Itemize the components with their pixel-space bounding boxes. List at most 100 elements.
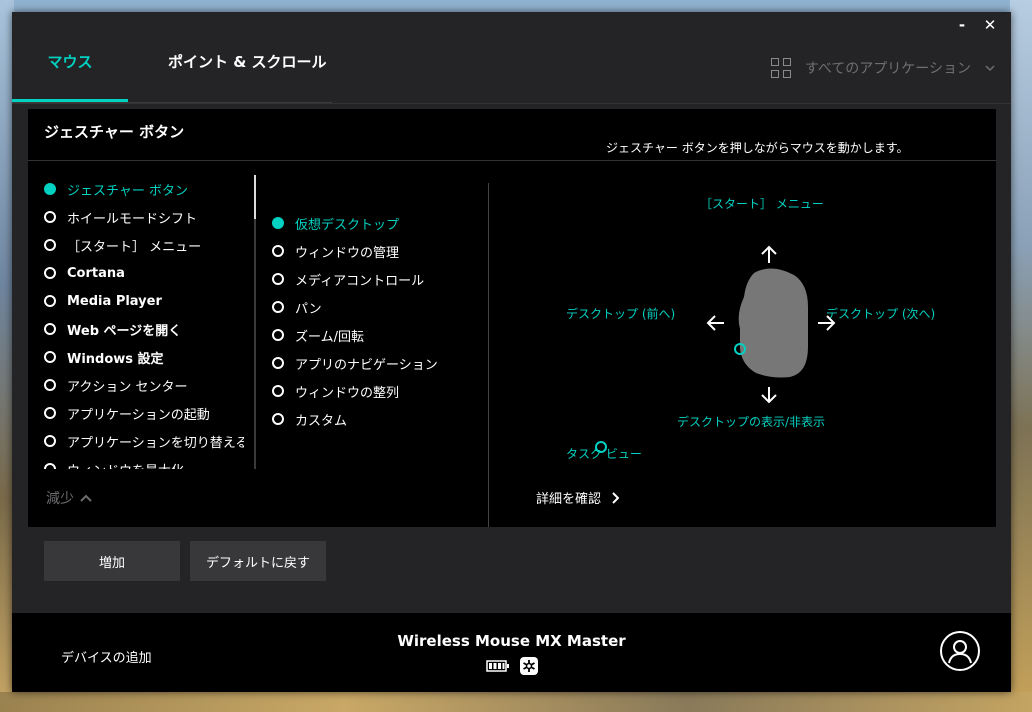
function-option-label: Cortana [67, 265, 125, 281]
panel-divider [28, 160, 996, 161]
radio-icon [44, 211, 56, 223]
function-list: ジェスチャー ボタン ホイールモードシフト ［スタート］ メニュー Cortan… [44, 175, 244, 469]
application-selector[interactable]: すべてのアプリケーション [770, 58, 995, 78]
function-option-label: ［スタート］ メニュー [67, 239, 202, 255]
radio-icon [44, 407, 56, 419]
column-separator [488, 183, 489, 527]
function-option[interactable]: ホイールモードシフト [44, 203, 244, 231]
gesture-set-label: アプリのナビゲーション [295, 357, 438, 373]
gesture-set-option[interactable]: アプリのナビゲーション [272, 349, 472, 377]
radio-icon [44, 295, 56, 307]
mouse-diagram [595, 245, 836, 453]
gesture-set-label: ウィンドウの管理 [295, 245, 400, 261]
tab-bar: マウス ポイント & スクロール [12, 48, 332, 104]
radio-icon [44, 463, 56, 469]
gesture-set-option[interactable]: カスタム [272, 405, 472, 433]
radio-icon [272, 301, 284, 313]
gesture-set-option[interactable]: ウィンドウの管理 [272, 237, 472, 265]
function-option-label: Web ページを開く [67, 323, 182, 339]
gesture-set-label: ズーム/回転 [295, 329, 364, 345]
radio-icon [272, 385, 284, 397]
desktop-background-bottom [0, 692, 1032, 712]
radio-icon [272, 413, 284, 425]
radio-icon [44, 351, 56, 363]
mouse-body [738, 268, 808, 378]
function-option-label: Media Player [67, 293, 162, 309]
tab-point-scroll[interactable]: ポイント & スクロール [128, 48, 327, 102]
chevron-right-icon [612, 491, 620, 504]
gesture-set-label: パン [295, 301, 322, 317]
function-option[interactable]: ジェスチャー ボタン [44, 175, 244, 203]
learn-more-label: 詳細を確認 [536, 492, 602, 507]
radio-icon [44, 183, 56, 195]
function-option[interactable]: ウィンドウを最大化 [44, 455, 244, 469]
radio-icon [44, 379, 56, 391]
gesture-set-option[interactable]: ズーム/回転 [272, 321, 472, 349]
gesture-set-option[interactable]: ウィンドウの整列 [272, 377, 472, 405]
gesture-set-label: メディアコントロール [295, 273, 425, 289]
function-option[interactable]: アプリケーションの起動 [44, 399, 244, 427]
scrollbar-thumb[interactable] [254, 175, 256, 219]
function-option-label: Windows 設定 [67, 351, 164, 367]
panel-title: ジェスチャー ボタン [44, 123, 185, 141]
window-controls: ‐ ✕ [955, 16, 997, 34]
function-option-label: アプリケーションの起動 [67, 407, 210, 423]
tab-divider [12, 103, 1011, 104]
radio-icon [44, 323, 56, 335]
reset-defaults-button[interactable]: デフォルトに戻す [190, 541, 326, 581]
gesture-set-label: カスタム [295, 413, 348, 429]
function-option[interactable]: Windows 設定 [44, 343, 244, 371]
function-list-scrollbar[interactable] [254, 175, 256, 469]
function-option-label: アクション センター [67, 379, 188, 395]
device-name: Wireless Mouse MX Master [397, 632, 626, 650]
unifying-receiver-icon [520, 657, 538, 675]
radio-icon [44, 267, 56, 279]
function-option[interactable]: アプリケーションを切り替える [44, 427, 244, 455]
function-option-label: アプリケーションを切り替える [67, 435, 244, 451]
gesture-set-list: 仮想デスクトップ ウィンドウの管理 メディアコントロール パン ズーム/回転 ア… [272, 209, 472, 433]
tab-mouse[interactable]: マウス [12, 48, 128, 102]
show-less-toggle[interactable]: 減少 [46, 488, 92, 508]
minimize-button[interactable]: ‐ [955, 16, 969, 34]
function-option[interactable]: Media Player [44, 287, 244, 315]
logitech-options-window: ‐ ✕ マウス ポイント & スクロール すべてのアプリケーション ジェスチャー… [12, 12, 1011, 692]
function-option-label: ジェスチャー ボタン [67, 183, 189, 199]
gesture-settings-panel: ジェスチャー ボタン ジェスチャー ボタンを押しながらマウスを動かします。 ジェ… [28, 109, 996, 527]
close-button[interactable]: ✕ [983, 16, 997, 34]
gesture-set-label: ウィンドウの整列 [295, 385, 400, 401]
function-option[interactable]: アクション センター [44, 371, 244, 399]
radio-icon [44, 239, 56, 251]
function-option[interactable]: Web ページを開く [44, 315, 244, 343]
radio-icon [272, 273, 284, 285]
account-avatar-icon[interactable] [940, 631, 980, 671]
gesture-set-option[interactable]: メディアコントロール [272, 265, 472, 293]
chevron-up-icon [80, 494, 92, 502]
panel-instruction: ジェスチャー ボタンを押しながらマウスを動かします。 [606, 141, 909, 155]
arrow-down-icon [761, 387, 777, 404]
device-status-icons [486, 657, 538, 675]
function-option[interactable]: Cortana [44, 259, 244, 287]
gesture-set-option[interactable]: パン [272, 293, 472, 321]
add-button[interactable]: 増加 [44, 541, 180, 581]
chevron-down-icon [985, 65, 995, 72]
user-icon [948, 640, 972, 664]
gesture-set-label: 仮想デスクトップ [295, 217, 400, 233]
footer-bar: デバイスの追加 Wireless Mouse MX Master [12, 613, 1011, 692]
arrow-up-icon [761, 245, 777, 263]
grid-icon [770, 58, 791, 78]
desktop-background-right [1010, 0, 1032, 712]
gesture-set-option[interactable]: 仮想デスクトップ [272, 209, 472, 237]
arrow-left-icon [706, 315, 724, 331]
function-option[interactable]: ［スタート］ メニュー [44, 231, 244, 259]
radio-icon [44, 435, 56, 447]
function-option-label: ホイールモードシフト [67, 211, 198, 227]
radio-icon [272, 357, 284, 369]
application-selector-label: すべてのアプリケーション [804, 61, 971, 77]
show-less-label: 減少 [46, 491, 74, 507]
learn-more-link[interactable]: 詳細を確認 [536, 488, 620, 507]
gesture-diagram: ［スタート］ メニュー デスクトップ (前へ) デスクトップ (次へ) デスクト… [528, 189, 958, 489]
function-option-label: ウィンドウを最大化 [67, 460, 184, 470]
battery-icon [486, 660, 509, 672]
radio-icon [272, 217, 284, 229]
radio-icon [272, 245, 284, 257]
